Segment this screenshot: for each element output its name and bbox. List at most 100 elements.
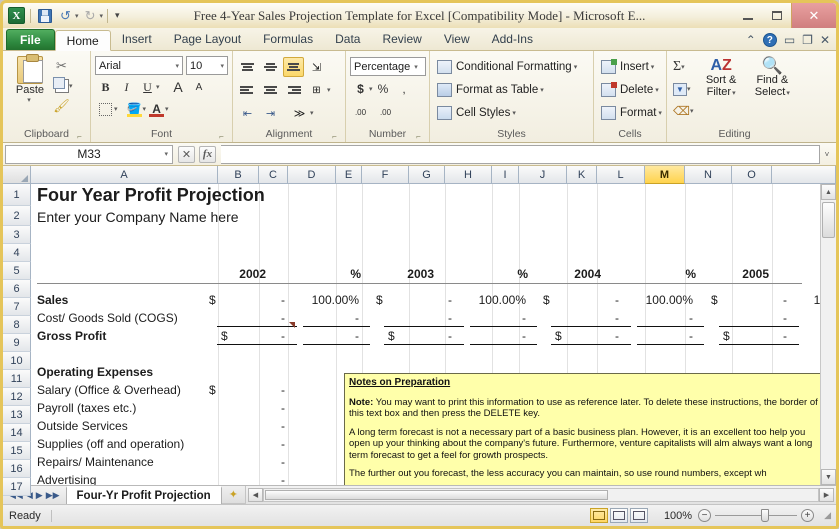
find-and-select-button[interactable]: 🔍 Find & Select ▾ [747, 57, 798, 100]
cell-label-supplies[interactable]: Supplies (off and operation) [37, 435, 184, 453]
tab-home[interactable]: Home [54, 30, 111, 51]
cell-gp-pct-3[interactable]: - [623, 327, 693, 345]
tab-formulas[interactable]: Formulas [252, 29, 324, 50]
row-header-16[interactable]: 16 [3, 460, 31, 478]
row-header-8[interactable]: 8 [3, 316, 31, 334]
workbook-restore-icon[interactable]: ❐ [802, 34, 813, 46]
cell-outside-services-value[interactable]: - [227, 417, 285, 435]
insert-function-button[interactable]: fx [199, 145, 216, 163]
merge-and-center-button[interactable]: ⊞ [306, 80, 327, 100]
italic-button[interactable]: I [116, 77, 137, 97]
cell-label-cogs[interactable]: Cost/ Goods Sold (COGS) [37, 309, 178, 327]
cell-gp-pct-2[interactable]: - [456, 327, 526, 345]
cell-sales-value-4[interactable]: - [729, 291, 787, 309]
scroll-down-button[interactable]: ▼ [821, 469, 836, 485]
cell-cogs-value-3[interactable]: - [561, 309, 619, 327]
row-header-12[interactable]: 12 [3, 388, 31, 406]
tab-data[interactable]: Data [324, 29, 371, 50]
tab-file[interactable]: File [6, 29, 55, 50]
font-size-input[interactable]: 10 ▾ [186, 56, 228, 75]
borders-button[interactable] [95, 99, 116, 119]
tab-add-ins[interactable]: Add-Ins [481, 29, 544, 50]
cell-label-gross-profit[interactable]: Gross Profit [37, 327, 106, 345]
column-header-A[interactable]: A [31, 166, 218, 184]
conditional-formatting-button[interactable]: Conditional Formatting ▾ [434, 57, 580, 77]
delete-cells-button[interactable]: Delete ▾ [598, 80, 662, 100]
column-header-C[interactable]: C [259, 166, 288, 184]
number-dialog-launcher[interactable]: ⌐ [414, 132, 423, 141]
row-header-6[interactable]: 6 [3, 280, 31, 298]
cell-label-payroll[interactable]: Payroll (taxes etc.) [37, 399, 136, 417]
cell-repairs-value[interactable]: - [227, 453, 285, 471]
minimize-ribbon-icon[interactable]: ⌃ [746, 34, 756, 46]
column-header-D[interactable]: D [288, 166, 336, 184]
row-header-5[interactable]: 5 [3, 262, 31, 280]
column-header-F[interactable]: F [362, 166, 409, 184]
wrap-text-button[interactable]: ≫ [289, 103, 310, 123]
workbook-minimize-icon[interactable]: ▭ [784, 34, 795, 46]
column-header-M[interactable]: M [645, 166, 685, 184]
copy-button[interactable]: ▾ [52, 76, 73, 94]
copy-caret-icon[interactable]: ▾ [69, 82, 73, 90]
tab-view[interactable]: View [433, 29, 481, 50]
cell-A2-subtitle[interactable]: Enter your Company Name here [37, 207, 239, 227]
minimize-button[interactable] [733, 3, 762, 28]
row-header-10[interactable]: 10 [3, 352, 31, 370]
notes-textbox[interactable]: Notes on Preparation Note: You may want … [344, 373, 820, 485]
borders-caret-icon[interactable]: ▾ [114, 105, 118, 113]
vertical-scroll-thumb[interactable] [822, 202, 835, 238]
resize-grip-icon[interactable]: ◢ [824, 510, 831, 521]
cell-gp-value-1[interactable]: - [227, 327, 285, 345]
cell-pct-header-2[interactable]: % [453, 265, 528, 283]
column-header-E[interactable]: E [336, 166, 362, 184]
cell-label-outside-services[interactable]: Outside Services [37, 417, 128, 435]
workbook-close-icon[interactable]: ✕ [820, 34, 830, 46]
paste-caret-icon[interactable]: ▾ [27, 96, 31, 104]
column-header-B[interactable]: B [218, 166, 259, 184]
format-painter-button[interactable]: 🖌 [53, 97, 73, 114]
zoom-track[interactable] [715, 509, 798, 522]
horizontal-scroll-track[interactable] [262, 488, 819, 502]
cell-gp-value-3[interactable]: - [561, 327, 619, 345]
clipboard-dialog-launcher[interactable]: ⌐ [75, 132, 84, 141]
page-break-preview-button[interactable] [630, 508, 649, 523]
cell-cogs-pct-3[interactable]: - [623, 309, 693, 327]
chevron-down-icon[interactable]: ▾ [658, 109, 662, 117]
vertical-scroll-track[interactable] [821, 200, 836, 469]
top-align-button[interactable] [237, 57, 258, 77]
chevron-down-icon[interactable]: ▾ [160, 150, 168, 158]
row-header-13[interactable]: 13 [3, 406, 31, 424]
cell-cogs-pct-2[interactable]: - [456, 309, 526, 327]
comma-style-button[interactable]: , [394, 79, 415, 99]
column-header-G[interactable]: G [409, 166, 445, 184]
shrink-font-button[interactable]: A [189, 77, 210, 97]
cell-sales-value-3[interactable]: - [561, 291, 619, 309]
chevron-down-icon[interactable]: ▾ [574, 63, 578, 71]
alignment-dialog-launcher[interactable]: ⌐ [330, 132, 339, 141]
cell-sales-pct-2[interactable]: 100.00% [456, 291, 526, 309]
cell-gp-pct-1[interactable]: - [289, 327, 359, 345]
undo-button[interactable]: ↺ [56, 6, 75, 25]
column-header-K[interactable]: K [567, 166, 597, 184]
underline-caret-icon[interactable]: ▾ [156, 83, 160, 91]
tab-review[interactable]: Review [371, 29, 432, 50]
cell-advertising-value[interactable]: - [227, 471, 285, 485]
align-right-button[interactable] [283, 80, 304, 100]
cell-supplies-value[interactable]: - [227, 435, 285, 453]
cell-label-repairs[interactable]: Repairs/ Maintenance [37, 453, 154, 471]
normal-view-button[interactable] [590, 508, 609, 523]
cell-gp-value-4[interactable]: - [729, 327, 787, 345]
horizontal-scroll-thumb[interactable] [264, 490, 609, 500]
save-button[interactable] [35, 6, 54, 25]
column-header-H[interactable]: H [445, 166, 492, 184]
last-sheet-button[interactable]: ▶▶ [46, 490, 60, 501]
number-format-select[interactable]: Percentage ▾ [350, 57, 426, 76]
insert-cells-button[interactable]: Insert ▾ [598, 57, 657, 77]
align-center-button[interactable] [260, 80, 281, 100]
chevron-down-icon[interactable]: ▾ [540, 86, 544, 94]
zoom-in-button[interactable]: + [801, 509, 815, 522]
sort-and-filter-button[interactable]: AZ Sort & Filter ▾ [695, 57, 746, 100]
cell-cogs-value-2[interactable]: - [394, 309, 452, 327]
wrap-text-caret-icon[interactable]: ▾ [310, 109, 314, 117]
cut-button[interactable]: ✂ [53, 57, 73, 74]
